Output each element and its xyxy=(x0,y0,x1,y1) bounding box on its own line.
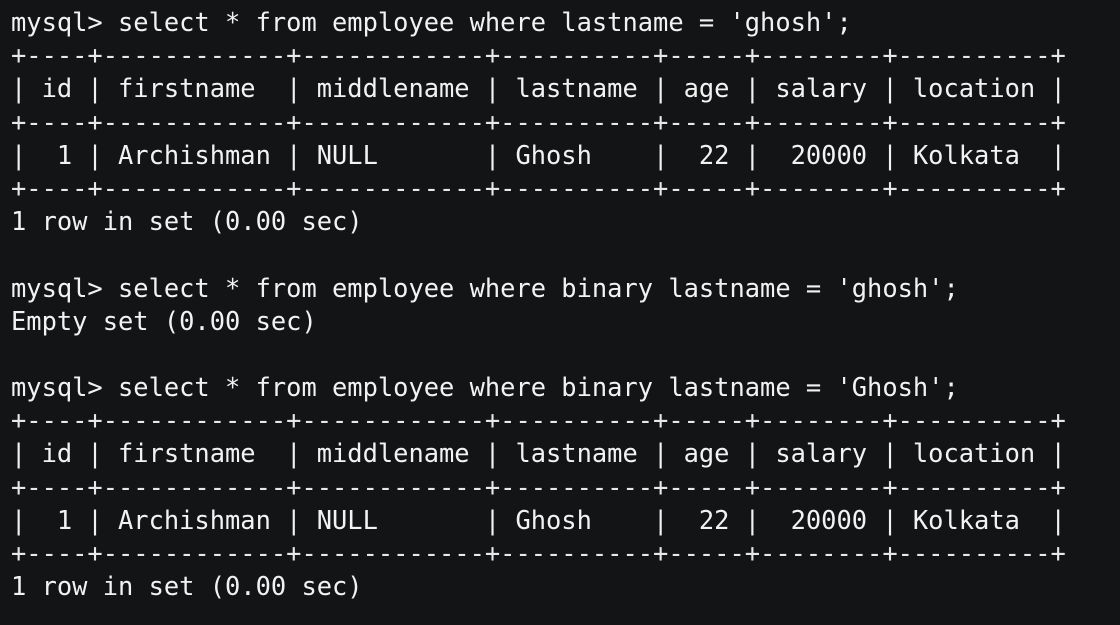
table-header-row: | id | firstname | middlename | lastname… xyxy=(11,438,1066,469)
result-status: 1 row in set (0.00 sec) xyxy=(11,206,363,237)
query-command: mysql> select * from employee where bina… xyxy=(11,272,959,303)
result-status: 1 row in set (0.00 sec) xyxy=(11,571,363,602)
query-command: mysql> select * from employee where bina… xyxy=(11,372,959,403)
result-status: Empty set (0.00 sec) xyxy=(11,305,317,336)
table-row: | 1 | Archishman | NULL | Ghosh | 22 | 2… xyxy=(11,139,1066,170)
table-border: +----+------------+------------+--------… xyxy=(11,106,1066,137)
table-border: +----+------------+------------+--------… xyxy=(11,405,1066,436)
table-border: +----+------------+------------+--------… xyxy=(11,40,1066,71)
table-border: +----+------------+------------+--------… xyxy=(11,471,1066,502)
query-command: mysql> select * from employee where last… xyxy=(11,7,852,37)
table-header-row: | id | firstname | middlename | lastname… xyxy=(11,73,1066,104)
terminal-window[interactable]: mysql> select * from employee where last… xyxy=(0,0,1120,625)
table-row: | 1 | Archishman | NULL | Ghosh | 22 | 2… xyxy=(11,504,1066,535)
table-border: +----+------------+------------+--------… xyxy=(11,538,1066,568)
table-border: +----+------------+------------+--------… xyxy=(11,172,1066,203)
